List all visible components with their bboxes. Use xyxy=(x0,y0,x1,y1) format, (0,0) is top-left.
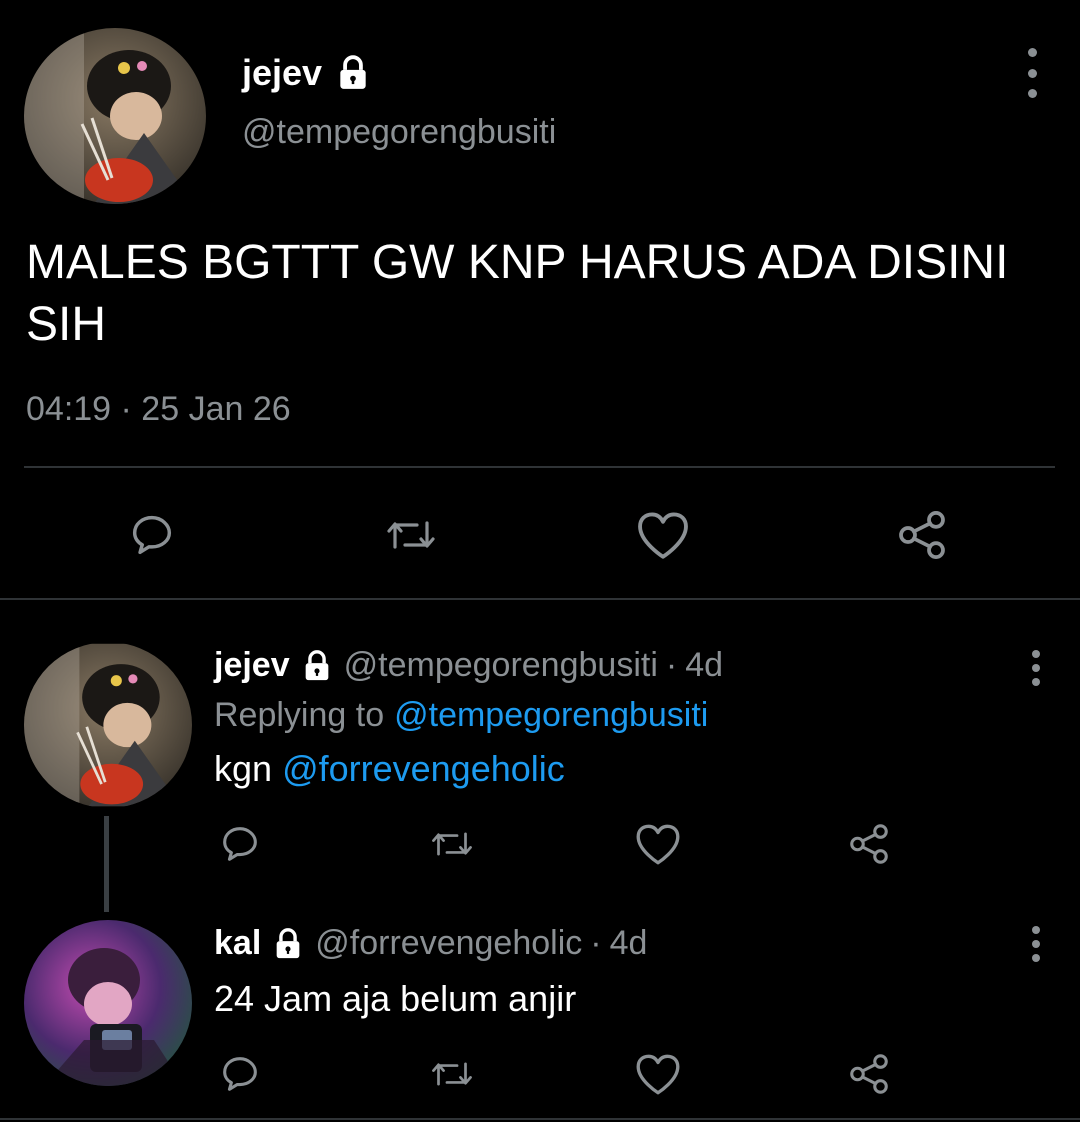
reply-icon[interactable] xyxy=(122,505,182,565)
retweet-icon[interactable] xyxy=(424,1050,480,1098)
reply-icon[interactable] xyxy=(214,820,266,868)
display-name[interactable]: kal xyxy=(214,924,261,963)
thread-line xyxy=(104,816,109,912)
lock-icon xyxy=(271,927,305,961)
like-icon[interactable] xyxy=(632,1050,684,1098)
reply-text: 24 Jam aja belum anjir xyxy=(214,978,577,1019)
bottom-divider xyxy=(0,1118,1080,1120)
reply-age[interactable]: 4d xyxy=(610,924,648,963)
handle[interactable]: @forrevengeholic xyxy=(315,924,582,963)
tweet-timestamp[interactable]: 04:19 · 25 Jan 26 xyxy=(26,390,291,429)
display-name[interactable]: jejev xyxy=(242,52,322,94)
reply-age[interactable]: 4d xyxy=(685,646,723,685)
reply-text-body: kgn xyxy=(214,748,273,789)
reply-avatar[interactable] xyxy=(24,920,192,1086)
like-icon[interactable] xyxy=(632,820,684,868)
reply-header: kal @forrevengeholic · 4d xyxy=(214,924,647,963)
handle[interactable]: @tempegorengbusiti xyxy=(344,646,658,685)
share-icon[interactable] xyxy=(892,505,952,565)
share-icon[interactable] xyxy=(844,1050,894,1098)
retweet-icon[interactable] xyxy=(378,505,444,565)
more-icon[interactable] xyxy=(1024,926,1048,962)
separator: · xyxy=(665,646,678,684)
reply-text: kgn @forrevengeholic xyxy=(214,748,565,790)
separator: · xyxy=(590,924,602,962)
lock-icon xyxy=(334,54,372,92)
handle[interactable]: @tempegorengbusiti xyxy=(242,113,556,152)
like-icon[interactable] xyxy=(632,505,694,565)
divider xyxy=(24,466,1055,468)
more-icon[interactable] xyxy=(1024,650,1048,686)
display-name[interactable]: jejev xyxy=(214,646,290,685)
main-display-name-row[interactable]: jejev xyxy=(242,52,372,94)
tweet-text: MALES BGTTT GW KNP HARUS ADA DISINI SIH xyxy=(26,236,1009,351)
reply-mention[interactable]: @forrevengeholic xyxy=(282,748,565,789)
replying-to-line: Replying to @tempegorengbusiti xyxy=(214,696,708,735)
share-icon[interactable] xyxy=(844,820,894,868)
section-divider xyxy=(0,598,1080,600)
lock-icon xyxy=(300,649,334,683)
reply-header: jejev @tempegorengbusiti · 4d xyxy=(214,646,723,685)
main-avatar[interactable] xyxy=(24,28,206,204)
more-icon[interactable] xyxy=(1020,48,1044,98)
replying-to-mention[interactable]: @tempegorengbusiti xyxy=(394,696,708,735)
reply-icon[interactable] xyxy=(214,1050,266,1098)
retweet-icon[interactable] xyxy=(424,820,480,868)
replying-to-label: Replying to xyxy=(214,696,385,734)
reply-avatar[interactable] xyxy=(24,642,192,808)
